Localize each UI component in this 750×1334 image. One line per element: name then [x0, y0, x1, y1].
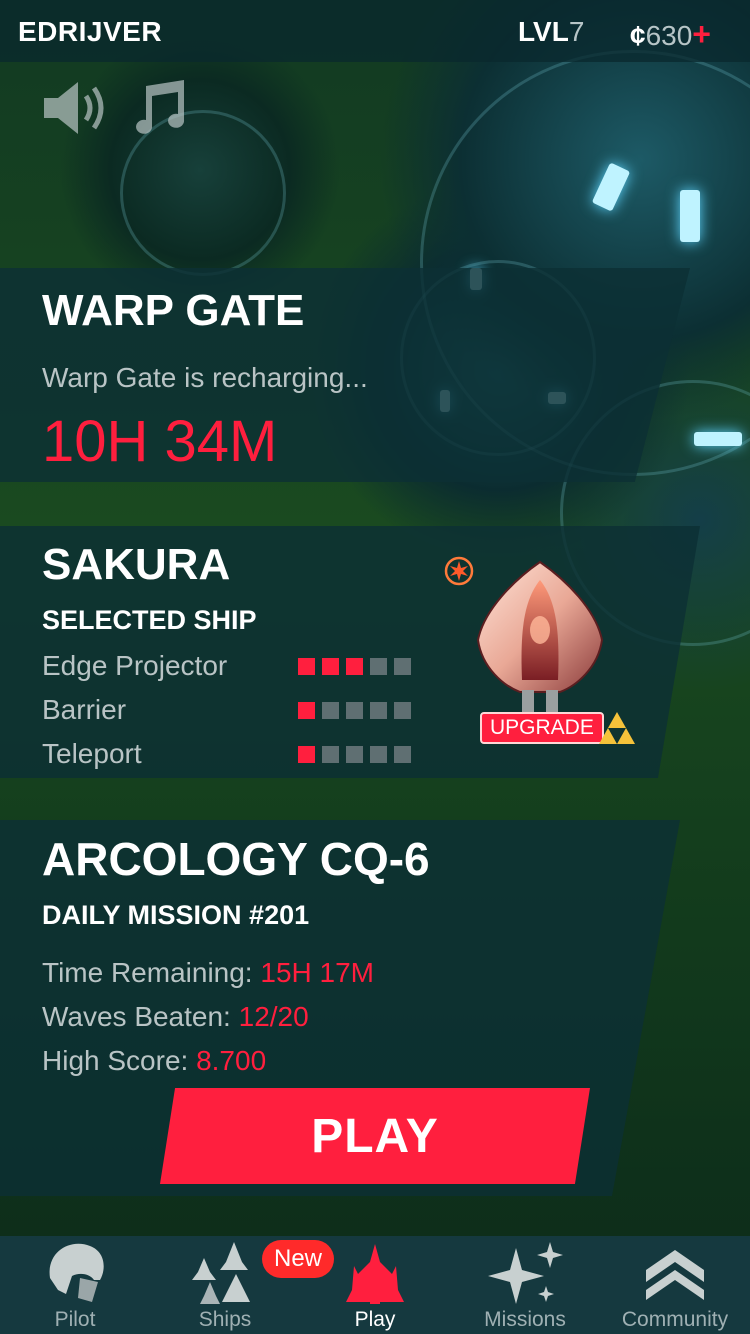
stars-icon	[450, 1240, 600, 1306]
mission-title: ARCOLOGY CQ-6	[42, 833, 430, 885]
stat-label: Barrier	[42, 694, 127, 725]
stat-pip-empty	[346, 746, 363, 763]
speaker-icon[interactable]	[42, 80, 110, 136]
player-name[interactable]: EDRIJVER	[18, 16, 162, 48]
stat-row-teleport: Teleport	[42, 738, 422, 770]
stat-label: Edge Projector	[42, 650, 228, 681]
waves-beaten: Waves Beaten: 12/20	[42, 1001, 309, 1032]
tab-community[interactable]: Community	[600, 1236, 750, 1334]
stat-pip-filled	[322, 658, 339, 675]
stat-pip-empty	[322, 702, 339, 719]
stat-pip-empty	[322, 746, 339, 763]
stat-label: Teleport	[42, 738, 142, 769]
stat-pip-filled	[298, 658, 315, 675]
stat-pip-filled	[298, 702, 315, 719]
player-level: LVL7	[518, 16, 585, 47]
stat-pips	[298, 702, 411, 719]
add-currency-button[interactable]: +	[692, 16, 711, 52]
currency-display[interactable]: ¢630+	[630, 16, 711, 53]
new-badge: New	[262, 1240, 334, 1278]
stat-row-edge-projector: Edge Projector	[42, 650, 422, 682]
stat-pip-empty	[394, 658, 411, 675]
stat-row-barrier: Barrier	[42, 694, 422, 726]
audio-controls	[42, 80, 188, 136]
tab-pilot[interactable]: Pilot	[0, 1236, 150, 1334]
stat-pips	[298, 746, 411, 763]
pilot-helmet-icon	[0, 1240, 150, 1306]
upgrade-button[interactable]: UPGRADE	[480, 712, 604, 744]
stat-pip-empty	[370, 658, 387, 675]
top-bar: EDRIJVER LVL7 ¢630+	[0, 0, 750, 62]
time-remaining: Time Remaining: 15H 17M	[42, 957, 374, 988]
high-score: High Score: 8.700	[42, 1045, 267, 1076]
warp-gate-title: WARP GATE	[42, 286, 305, 335]
mission-subtitle: DAILY MISSION #201	[42, 900, 310, 930]
warp-gate-status: Warp Gate is recharging...	[42, 362, 368, 393]
chevron-rank-icon	[600, 1240, 750, 1306]
music-note-icon[interactable]	[132, 80, 188, 136]
perk-icon	[444, 556, 474, 591]
stat-pip-empty	[370, 702, 387, 719]
stat-pip-empty	[394, 746, 411, 763]
play-button[interactable]: PLAY	[160, 1088, 590, 1184]
stat-pip-empty	[346, 702, 363, 719]
stat-pip-empty	[370, 746, 387, 763]
ship-image[interactable]	[474, 560, 606, 728]
warp-gate-timer: 10H 34M	[42, 409, 278, 474]
triforce-gold-icon	[598, 710, 636, 753]
stat-pips	[298, 658, 411, 675]
stat-pip-empty	[394, 702, 411, 719]
selected-ship-label: SELECTED SHIP	[42, 605, 257, 635]
tab-missions[interactable]: Missions	[450, 1236, 600, 1334]
stat-pip-filled	[298, 746, 315, 763]
tab-bar: Pilot Ships Play Missions Community	[0, 1236, 750, 1334]
stat-pip-filled	[346, 658, 363, 675]
ship-name: SAKURA	[42, 540, 231, 589]
